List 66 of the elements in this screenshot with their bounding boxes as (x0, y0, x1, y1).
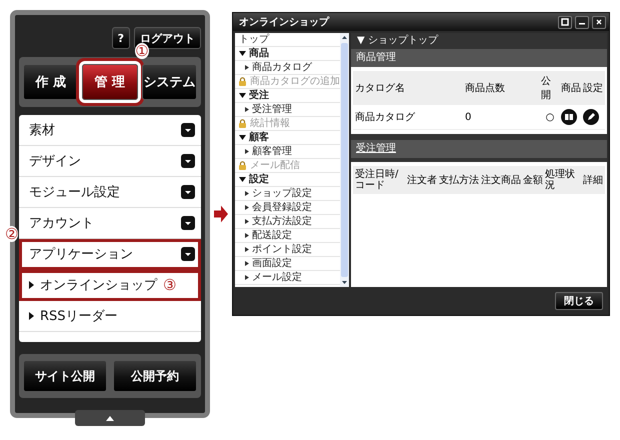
bullet-icon (245, 107, 249, 112)
window-title: オンラインショップ (239, 15, 330, 29)
section-header: 商品管理 (351, 49, 607, 67)
bullet-icon (245, 205, 249, 210)
column-header: 金額 (523, 174, 543, 186)
column-header: 公開 (541, 75, 552, 102)
column-header: 注文者 (407, 174, 437, 186)
column-header: 支払方法 (439, 174, 479, 186)
status-mark: ○ (544, 112, 556, 122)
table-cell-text: 0 (465, 112, 472, 122)
menu-item[interactable]: アカウント (19, 208, 201, 239)
column-header: 処理状況 (545, 169, 576, 191)
column-header: 商品 (561, 82, 581, 95)
dropdown-icon (181, 216, 195, 230)
column-header: 注文商品 (481, 174, 521, 186)
bullet-icon (245, 233, 249, 238)
bullet-icon (245, 219, 249, 224)
up-arrow-icon (106, 416, 114, 420)
breadcrumb: ▼ ショップトップ (356, 34, 440, 48)
maximize-icon (561, 18, 569, 26)
lock-icon (238, 119, 247, 128)
menu-item[interactable]: 素材 (19, 115, 201, 146)
help-button[interactable]: ? (112, 27, 130, 49)
mode-tab[interactable]: 作 成 (23, 64, 78, 100)
close-icon (595, 18, 603, 26)
dropdown-icon (181, 247, 195, 261)
callout-number: ③ (163, 277, 176, 293)
edit-button[interactable] (583, 109, 599, 125)
minimize-button[interactable] (575, 16, 589, 28)
close-button[interactable]: 閉じる (555, 292, 603, 310)
bullet-icon (245, 275, 249, 280)
column-header: 商品点数 (465, 82, 506, 95)
dropdown-icon (181, 185, 195, 199)
column-header: 詳細 (583, 174, 603, 186)
triangle-icon (29, 281, 34, 289)
section-link[interactable]: 受注管理 (356, 143, 396, 154)
dropdown-icon (181, 154, 195, 168)
close-window-button[interactable] (592, 16, 606, 28)
lock-icon (238, 161, 247, 170)
bullet-icon (245, 65, 249, 70)
pencil-icon (586, 112, 596, 122)
menu-item[interactable]: モジュール設定 (19, 177, 201, 208)
mode-tab[interactable]: システム (142, 64, 197, 100)
bullet-icon (245, 261, 249, 266)
footer-button[interactable]: 公開予約 (113, 360, 197, 392)
menu-item[interactable]: RSSリーダー (19, 301, 201, 332)
bullet-icon (245, 247, 249, 252)
callout-number: ② (5, 226, 18, 242)
menu-item[interactable]: デザイン (19, 146, 201, 177)
catalog-button[interactable] (561, 109, 577, 125)
bullet-icon (245, 149, 249, 154)
triangle-icon (29, 312, 34, 320)
column-header: 設定 (583, 82, 603, 95)
column-header: カタログ名 (355, 82, 406, 95)
dropdown-icon (181, 123, 195, 137)
bullet-icon (245, 191, 249, 196)
lock-icon (238, 77, 247, 86)
table-cell-text: 商品カタログ (355, 110, 416, 124)
collapse-button[interactable] (75, 410, 145, 426)
footer-button[interactable]: サイト公開 (23, 360, 107, 392)
maximize-button[interactable] (558, 16, 572, 28)
book-icon (564, 112, 574, 122)
scrollbar[interactable] (340, 33, 349, 287)
column-header: 受注日時/コード (355, 169, 400, 191)
menu-item[interactable]: オンラインショップ ③ (19, 270, 201, 301)
callout-number: ① (135, 43, 149, 59)
